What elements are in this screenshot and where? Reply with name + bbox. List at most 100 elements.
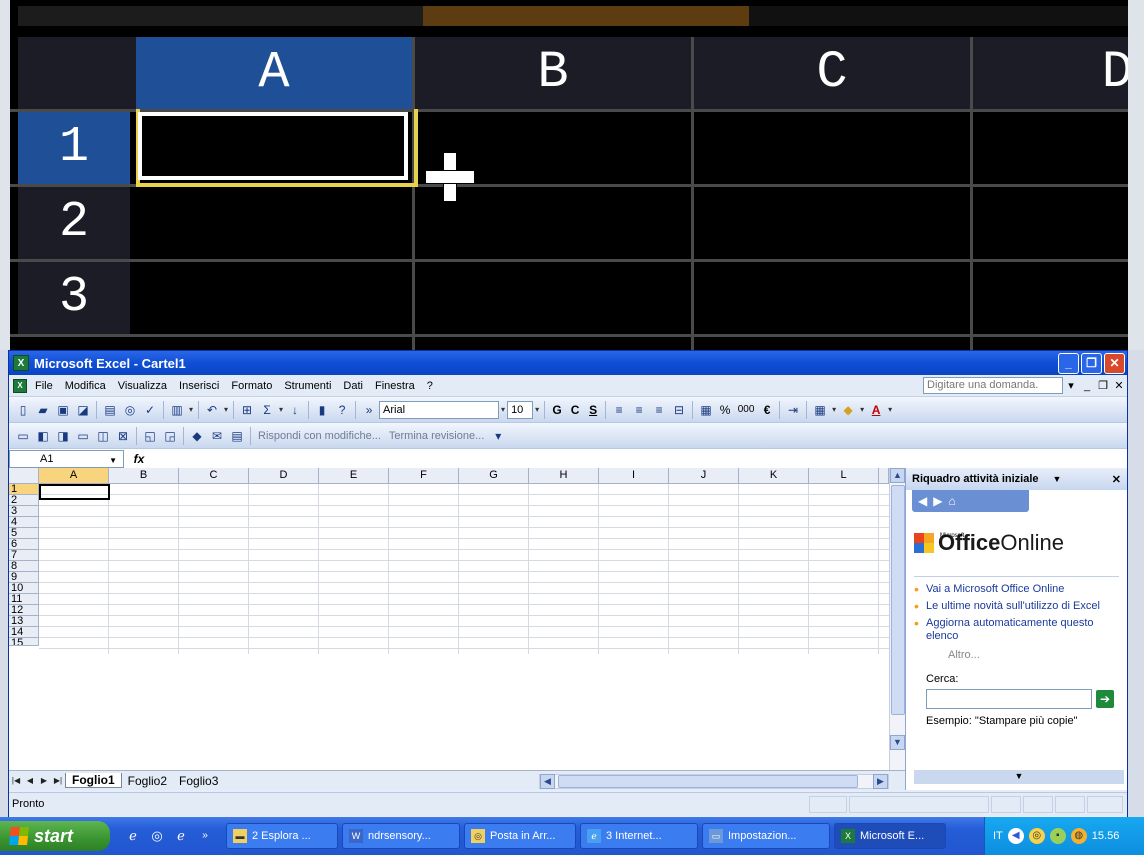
- maximize-button[interactable]: ❐: [1081, 352, 1102, 374]
- scroll-right-icon[interactable]: ▶: [873, 774, 888, 789]
- ask-dropdown-icon[interactable]: ▾: [1063, 379, 1079, 392]
- title-bar[interactable]: X Microsoft Excel - Cartel1 _ ❐ ✕: [9, 351, 1127, 375]
- vertical-scrollbar[interactable]: ▲ ▼: [889, 468, 905, 770]
- minimize-button[interactable]: _: [1058, 352, 1079, 374]
- outlook-tray-icon[interactable]: ◎: [1028, 828, 1045, 844]
- start-button[interactable]: start: [0, 821, 110, 851]
- back-icon[interactable]: ◀: [918, 494, 927, 508]
- ie-quicklaunch-icon[interactable]: ℯ: [124, 827, 142, 845]
- taskbar-item-settings[interactable]: ▭ Impostazion...: [702, 823, 830, 849]
- row-header-14[interactable]: 14: [9, 627, 39, 638]
- menu-dati[interactable]: Dati: [337, 380, 369, 392]
- latest-news-link[interactable]: Le ultime novità sull'utilizzo di Excel: [914, 600, 1117, 613]
- sort-ascending-icon[interactable]: ↓: [286, 401, 304, 419]
- borders-icon[interactable]: ▦: [811, 401, 829, 419]
- font-size-dropdown-icon[interactable]: ▾: [535, 405, 539, 414]
- menu-finestra[interactable]: Finestra: [369, 380, 421, 392]
- percent-button[interactable]: %: [716, 403, 734, 417]
- forward-icon[interactable]: ▶: [933, 494, 942, 508]
- new-icon[interactable]: ▯: [14, 401, 32, 419]
- reply-with-changes-button[interactable]: Rispondi con modifiche...: [258, 430, 381, 442]
- scroll-left-icon[interactable]: ◀: [540, 774, 555, 789]
- paste-icon[interactable]: ▥: [168, 401, 186, 419]
- taskbar-item-explorer[interactable]: ▬ 2 Esplora ...: [226, 823, 338, 849]
- font-name-select[interactable]: Arial: [379, 400, 500, 419]
- column-header-i[interactable]: I: [599, 468, 669, 484]
- sheet-tab-foglio3[interactable]: Foglio3: [173, 774, 224, 788]
- select-all-corner[interactable]: [9, 468, 39, 484]
- column-header-d[interactable]: D: [249, 468, 319, 484]
- track-changes-icon[interactable]: ◱: [141, 427, 159, 445]
- horizontal-scrollbar[interactable]: ◀ ▶: [539, 774, 889, 789]
- menu-strumenti[interactable]: Strumenti: [278, 380, 337, 392]
- scroll-down-icon[interactable]: ▼: [890, 735, 905, 750]
- chart-wizard-icon[interactable]: ▮: [313, 401, 331, 419]
- print-icon[interactable]: ▤: [101, 401, 119, 419]
- quicklaunch-more-icon[interactable]: »: [196, 827, 214, 845]
- document-icon[interactable]: X: [13, 378, 27, 393]
- doc-restore-icon[interactable]: ❐: [1095, 379, 1111, 392]
- prev-comment-icon[interactable]: ◧: [34, 427, 52, 445]
- column-header-c[interactable]: C: [179, 468, 249, 484]
- column-header-f[interactable]: F: [389, 468, 459, 484]
- fill-color-dropdown-icon[interactable]: ▾: [860, 405, 864, 414]
- office-online-link[interactable]: Vai a Microsoft Office Online: [914, 583, 1117, 596]
- vertical-scroll-thumb[interactable]: [891, 485, 905, 715]
- merge-center-icon[interactable]: ⊟: [670, 401, 688, 419]
- menu-file[interactable]: File: [29, 380, 59, 392]
- home-icon[interactable]: ⌂: [948, 494, 955, 508]
- align-center-icon[interactable]: ≡: [630, 401, 648, 419]
- menu-help[interactable]: ?: [421, 380, 439, 392]
- task-pane-close-icon[interactable]: ✕: [1112, 473, 1121, 486]
- search-go-button[interactable]: ➔: [1096, 690, 1114, 708]
- prev-sheet-icon[interactable]: ◀: [23, 776, 37, 785]
- align-left-icon[interactable]: ≡: [610, 401, 628, 419]
- show-comment-icon[interactable]: ▭: [74, 427, 92, 445]
- more-link[interactable]: Altro...: [948, 649, 1127, 661]
- bold-button[interactable]: G: [548, 403, 566, 417]
- column-header-e[interactable]: E: [319, 468, 389, 484]
- sheet-tab-foglio2[interactable]: Foglio2: [122, 774, 173, 788]
- horizontal-scroll-thumb[interactable]: [558, 775, 858, 788]
- task-pane-dropdown-icon[interactable]: ▼: [1053, 474, 1062, 484]
- worksheet-grid[interactable]: A B C D E F G H I J K L 1 2 3 4 5 6 7 8 …: [9, 468, 889, 770]
- doc-minimize-icon[interactable]: _: [1079, 380, 1095, 392]
- highlight-icon[interactable]: ◆: [188, 427, 206, 445]
- active-cell-a1[interactable]: [39, 484, 110, 500]
- browser-quicklaunch-icon[interactable]: ℯ: [172, 827, 190, 845]
- euro-button[interactable]: €: [758, 403, 776, 417]
- menu-visualizza[interactable]: Visualizza: [112, 380, 173, 392]
- spelling-icon[interactable]: ✓: [141, 401, 159, 419]
- close-button[interactable]: ✕: [1104, 352, 1125, 374]
- help-icon[interactable]: ?: [333, 401, 351, 419]
- name-box-dropdown-icon[interactable]: ▼: [109, 453, 117, 469]
- column-header-g[interactable]: G: [459, 468, 529, 484]
- underline-button[interactable]: S: [584, 403, 602, 417]
- first-sheet-icon[interactable]: |◀: [9, 776, 23, 785]
- insert-function-button[interactable]: fx: [124, 452, 154, 466]
- thousands-button[interactable]: 000: [734, 404, 758, 415]
- formula-input[interactable]: [154, 450, 1127, 468]
- row-header-15[interactable]: 15: [9, 638, 39, 646]
- currency-icon[interactable]: ▦: [697, 401, 715, 419]
- taskbar-item-ie[interactable]: ℯ 3 Internet...: [580, 823, 698, 849]
- column-header-b[interactable]: B: [109, 468, 179, 484]
- undo-icon[interactable]: ↶: [203, 401, 221, 419]
- language-indicator[interactable]: IT: [993, 830, 1003, 842]
- paste-dropdown-icon[interactable]: ▾: [189, 405, 193, 414]
- end-review-button[interactable]: Termina revisione...: [389, 430, 484, 442]
- autosum-dropdown-icon[interactable]: ▾: [279, 405, 283, 414]
- indent-icon[interactable]: ⇥: [784, 401, 802, 419]
- new-comment-icon[interactable]: ▭: [14, 427, 32, 445]
- accept-change-icon[interactable]: ◲: [161, 427, 179, 445]
- hyperlink-icon[interactable]: ⊞: [238, 401, 256, 419]
- ask-question-input[interactable]: Digitare una domanda.: [923, 377, 1063, 394]
- font-size-select[interactable]: 10: [507, 400, 534, 419]
- borders-dropdown-icon[interactable]: ▾: [832, 405, 836, 414]
- send-icon[interactable]: ✉: [208, 427, 226, 445]
- scroll-up-icon[interactable]: ▲: [890, 468, 905, 483]
- column-header-l[interactable]: L: [809, 468, 879, 484]
- taskbar-item-excel[interactable]: X Microsoft E...: [834, 823, 946, 849]
- print-comments-icon[interactable]: ▤: [228, 427, 246, 445]
- fill-color-icon[interactable]: ◆: [839, 401, 857, 419]
